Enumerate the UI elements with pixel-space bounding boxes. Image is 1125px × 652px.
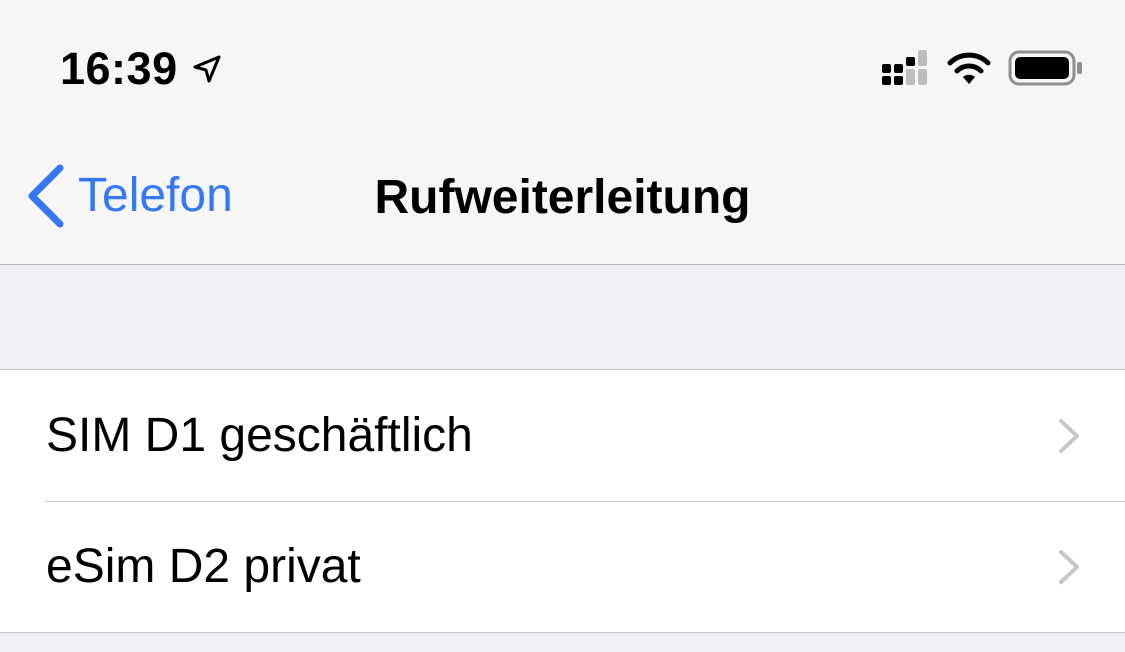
- chevron-right-icon: [1059, 419, 1079, 453]
- page-title-text: Rufweiterleitung: [374, 171, 751, 224]
- list-item-label: SIM D1 geschäftlich: [46, 409, 473, 462]
- list-item-label: eSim D2 privat: [46, 540, 361, 593]
- chevron-right-icon: [1059, 550, 1079, 584]
- sim-list: SIM D1 geschäftlich eSim D2 privat: [0, 369, 1125, 633]
- status-bar: 16:39: [0, 0, 1125, 130]
- status-time: 16:39: [60, 43, 178, 94]
- page-title: Rufweiterleitung: [0, 170, 1125, 226]
- navigation-bar: Telefon Rufweiterleitung: [0, 130, 1125, 265]
- list-item-esim-d2[interactable]: eSim D2 privat: [0, 501, 1125, 632]
- cellular-signal-icon: [882, 50, 927, 85]
- location-arrow-icon: [193, 55, 221, 83]
- wifi-icon: [947, 52, 991, 84]
- list-item-sim-d1[interactable]: SIM D1 geschäftlich: [0, 370, 1125, 501]
- battery-icon: [1008, 50, 1082, 86]
